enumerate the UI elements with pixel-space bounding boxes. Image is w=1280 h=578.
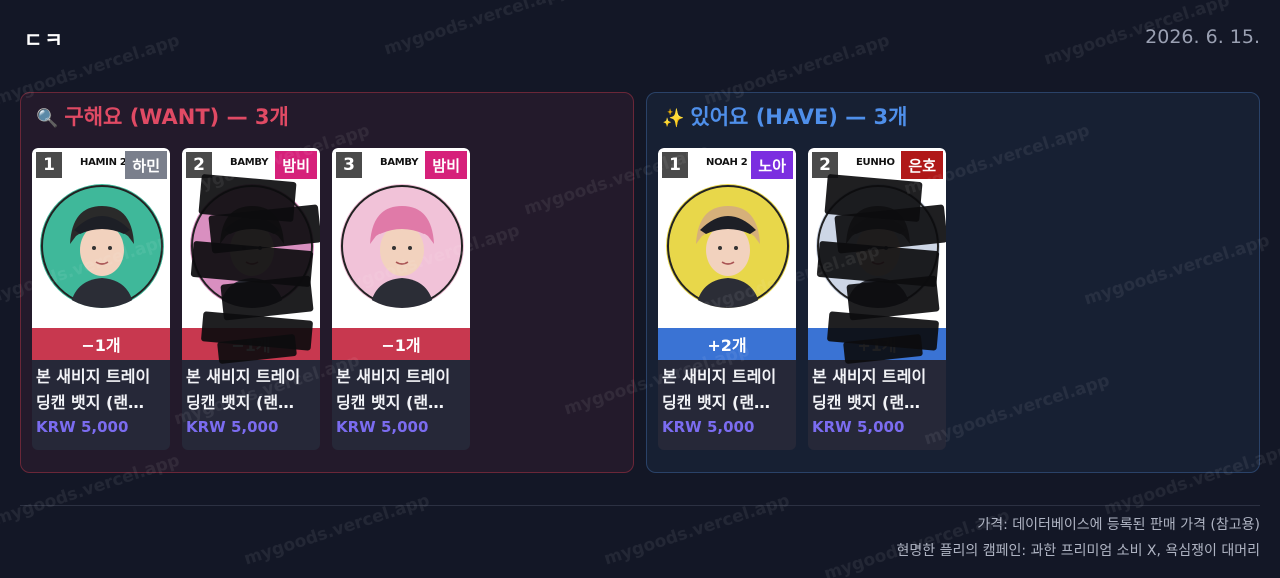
date-label: 2026. 6. 15. [1145, 26, 1260, 48]
have-panel: ✨ 있어요 (HAVE) — 3개 1 NOAH 2 노아 +2개 본 새비지 … [646, 92, 1260, 473]
member-tag: 하민 [125, 151, 167, 179]
product-price: KRW 5,000 [336, 418, 429, 436]
product-price: KRW 5,000 [36, 418, 129, 436]
app-logo[interactable]: ㄷㅋ [24, 24, 65, 53]
member-code: NOAH 2 [706, 157, 748, 168]
campaign-note: 현명한 플리의 캠페인: 과한 프리미엄 소비 X, 욕심쟁이 대머리 [896, 543, 1260, 559]
goods-card[interactable]: 2 EUNHO 은호 +1개 본 새비지 트레이 딩캔 뱃지 (랜… KRW 5… [808, 148, 946, 450]
goods-card[interactable]: 3 BAMBY 밤비 −1개 본 새비지 트레이 딩캔 뱃지 (랜… KRW 5… [332, 148, 470, 450]
sparkles-icon: ✨ [662, 108, 685, 129]
member-code: BAMBY [230, 157, 269, 168]
have-panel-title: ✨ 있어요 (HAVE) — 3개 [662, 101, 907, 131]
product-name: 본 새비지 트레이 딩캔 뱃지 (랜… [662, 367, 777, 412]
can-badge-image [340, 184, 464, 308]
member-code: HAMIN 2 [80, 157, 127, 168]
quantity-bar: +2개 [658, 328, 796, 360]
want-panel: 🔍 구해요 (WANT) — 3개 1 HAMIN 2 하민 −1개 본 새비지… [20, 92, 634, 473]
rank-badge: 1 [662, 152, 688, 178]
have-card-list: 1 NOAH 2 노아 +2개 본 새비지 트레이 딩캔 뱃지 (랜… KRW … [658, 148, 946, 450]
product-name: 본 새비지 트레이 딩캔 뱃지 (랜… [812, 367, 927, 412]
member-tag: 밤비 [275, 151, 317, 179]
top-bar: ㄷㅋ 2026. 6. 15. [0, 0, 1280, 72]
product-name: 본 새비지 트레이 딩캔 뱃지 (랜… [336, 367, 451, 412]
watermark-text: mygoods.vercel.app [241, 490, 433, 570]
member-tag: 노아 [751, 151, 793, 179]
want-title-text: 구해요 (WANT) — 3개 [64, 105, 289, 129]
want-panel-title: 🔍 구해요 (WANT) — 3개 [36, 101, 289, 131]
rank-badge: 1 [36, 152, 62, 178]
price-note: 가격: 데이터베이스에 등록된 판매 가격 (참고용) [977, 517, 1260, 533]
magnifier-icon: 🔍 [36, 108, 59, 129]
want-card-list: 1 HAMIN 2 하민 −1개 본 새비지 트레이 딩캔 뱃지 (랜… KRW… [32, 148, 470, 450]
badge-illustration [40, 184, 164, 308]
rank-badge: 3 [336, 152, 362, 178]
goods-card[interactable]: 1 HAMIN 2 하민 −1개 본 새비지 트레이 딩캔 뱃지 (랜… KRW… [32, 148, 170, 450]
goods-thumbnail[interactable]: 3 BAMBY 밤비 [332, 148, 470, 328]
quantity-bar: −1개 [332, 328, 470, 360]
goods-card[interactable]: 1 NOAH 2 노아 +2개 본 새비지 트레이 딩캔 뱃지 (랜… KRW … [658, 148, 796, 450]
product-price: KRW 5,000 [812, 418, 905, 436]
can-badge-image [666, 184, 790, 308]
goods-thumbnail[interactable]: 1 HAMIN 2 하민 [32, 148, 170, 328]
product-price: KRW 5,000 [662, 418, 755, 436]
watermark-text: mygoods.vercel.app [601, 490, 793, 570]
quantity-bar: −1개 [32, 328, 170, 360]
goods-card[interactable]: 2 BAMBY 밤비 −1개 본 새비지 트레이 딩캔 뱃지 (랜… KRW 5… [182, 148, 320, 450]
badge-illustration [340, 184, 464, 308]
badge-illustration [666, 184, 790, 308]
product-name: 본 새비지 트레이 딩캔 뱃지 (랜… [36, 367, 151, 412]
member-tag: 은호 [901, 151, 943, 179]
goods-thumbnail[interactable]: 1 NOAH 2 노아 [658, 148, 796, 328]
member-tag: 밤비 [425, 151, 467, 179]
have-title-text: 있어요 (HAVE) — 3개 [690, 105, 908, 129]
product-name: 본 새비지 트레이 딩캔 뱃지 (랜… [186, 367, 301, 412]
member-code: BAMBY [380, 157, 419, 168]
product-price: KRW 5,000 [186, 418, 279, 436]
footer-divider [20, 505, 1260, 506]
member-code: EUNHO [856, 157, 895, 168]
can-badge-image [40, 184, 164, 308]
